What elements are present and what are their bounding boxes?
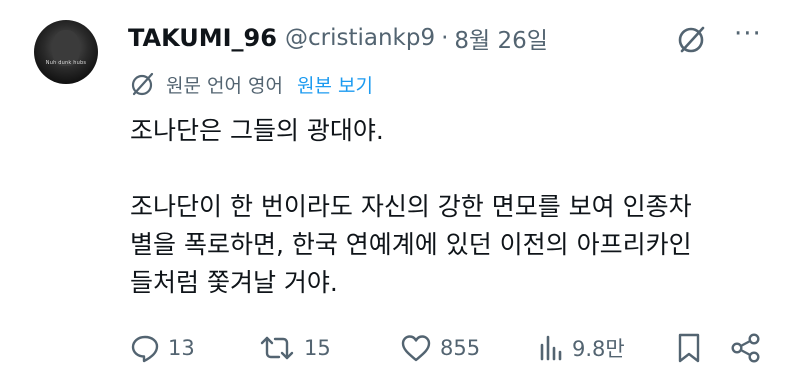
like-icon xyxy=(401,335,431,362)
grok-icon[interactable] xyxy=(676,23,708,55)
like-button[interactable]: 855 xyxy=(400,328,480,368)
bookmark-button[interactable] xyxy=(676,328,702,368)
tweet-line-2: 조나단이 한 번이라도 자신의 강한 면모를 보여 인종차 xyxy=(130,192,692,221)
share-button[interactable] xyxy=(730,328,762,368)
action-bar: 13 15 855 9.8만 xyxy=(130,328,770,368)
display-name[interactable]: TAKUMI_96 xyxy=(128,24,277,52)
separator-dot: · xyxy=(441,25,449,51)
views-icon xyxy=(540,335,562,361)
translate-icon xyxy=(131,72,154,96)
tweet-date[interactable]: 8월 26일 xyxy=(454,21,548,55)
retweet-count: 15 xyxy=(304,336,331,360)
reply-count: 13 xyxy=(168,336,195,360)
bookmark-icon xyxy=(678,333,700,363)
retweet-icon xyxy=(260,336,294,360)
more-icon[interactable]: ··· xyxy=(734,21,762,52)
retweet-button[interactable]: 15 xyxy=(258,328,331,368)
view-count: 9.8만 xyxy=(572,337,625,361)
user-handle[interactable]: @cristiankp9 xyxy=(285,25,435,51)
tweet-line-4: 들처럼 쫓겨날 거야. xyxy=(130,268,338,297)
tweet-header: TAKUMI_96 @cristiankp9 · 8월 26일 xyxy=(128,20,548,56)
tweet-line-1: 조나단은 그들의 광대야. xyxy=(130,116,384,145)
reply-button[interactable]: 13 xyxy=(130,328,195,368)
tweet-text: 조나단은 그들의 광대야. 조나단이 한 번이라도 자신의 강한 면모를 보여 … xyxy=(130,112,780,302)
translation-note: 원문 언어 영어 xyxy=(166,74,283,97)
like-count: 855 xyxy=(440,336,481,360)
share-icon xyxy=(731,333,760,363)
views-button[interactable]: 9.8만 xyxy=(538,328,625,368)
avatar-caption: Nuh dunk hubs xyxy=(45,60,87,66)
tweet-line-3: 별을 폭로하면, 한국 연예계에 있던 이전의 아프리카인 xyxy=(130,230,692,259)
translation-row: 원문 언어 영어 원본 보기 xyxy=(130,68,373,100)
reply-icon xyxy=(131,335,159,363)
avatar[interactable]: Nuh dunk hubs xyxy=(34,20,98,84)
show-original-link[interactable]: 원본 보기 xyxy=(297,71,373,98)
